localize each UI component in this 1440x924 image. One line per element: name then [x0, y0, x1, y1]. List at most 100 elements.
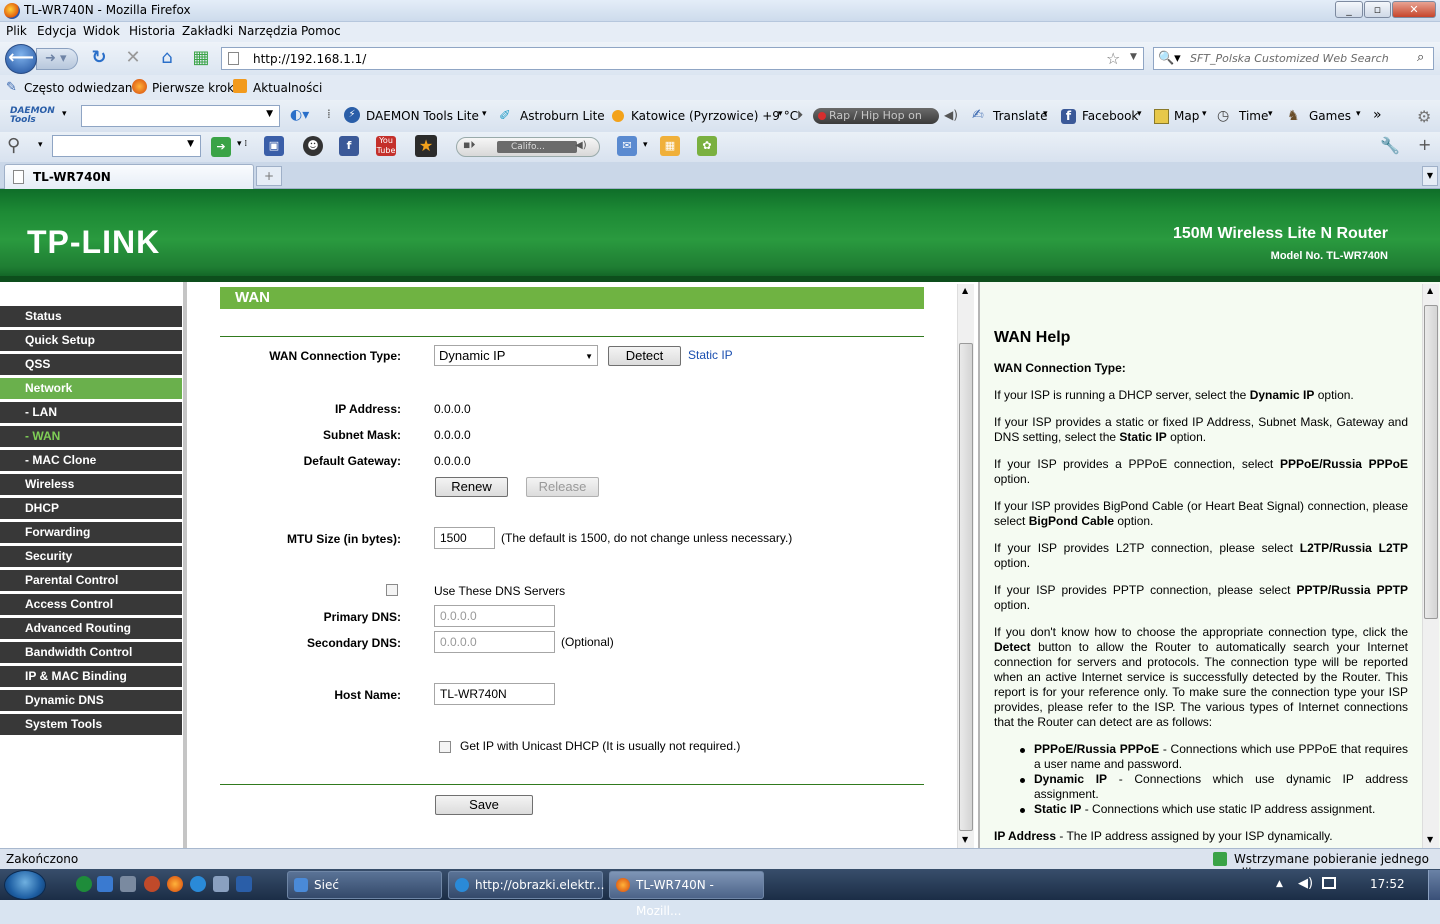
mail-icon[interactable]: ✉	[617, 136, 637, 156]
daemon-dropdown-icon[interactable]: ▾	[62, 109, 67, 119]
menu-access-control[interactable]: Access Control	[0, 594, 182, 615]
mail-dropdown-icon[interactable]: ▾	[643, 140, 648, 150]
bookmark-aktualnosci[interactable]: Aktualności	[253, 81, 322, 95]
menu-status[interactable]: Status	[0, 306, 182, 327]
calculator-icon[interactable]: ▦	[660, 136, 680, 156]
facebook-dropdown-icon[interactable]: ▾	[1137, 109, 1142, 119]
detect-button[interactable]: Detect	[608, 346, 681, 366]
menu-system-tools[interactable]: System Tools	[0, 714, 182, 735]
map-button[interactable]: Map	[1174, 109, 1199, 123]
menu-plik[interactable]: Plik	[6, 24, 27, 38]
network-tray-icon[interactable]	[1322, 877, 1336, 889]
tab-tl-wr740n[interactable]: TL-WR740N	[4, 164, 254, 189]
conn-type-value[interactable]: Dynamic IP	[439, 348, 505, 363]
youtube-icon[interactable]: You Tube	[376, 136, 396, 156]
clock[interactable]: 17:52	[1370, 877, 1405, 891]
daemon-logo[interactable]: DAEMON Tools	[10, 107, 60, 125]
menu-advanced-routing[interactable]: Advanced Routing	[0, 618, 182, 639]
menu-mac-clone[interactable]: - MAC Clone	[0, 450, 182, 471]
search-go-icon[interactable]: ⌕	[1417, 50, 1424, 65]
toolbar-search-combo[interactable]: ▼	[52, 135, 201, 157]
daemon-search-icon[interactable]: ◐▾	[290, 107, 309, 123]
search-icon[interactable]: ⚲	[7, 135, 20, 156]
url-text[interactable]: http://192.168.1.1/	[253, 52, 366, 66]
primary-dns-input[interactable]: 0.0.0.0	[434, 605, 555, 627]
mtu-input[interactable]: 1500	[434, 527, 495, 549]
minimize-button[interactable]: _	[1335, 1, 1363, 18]
wrench-icon[interactable]: 🔧	[1380, 136, 1400, 155]
quicklaunch-icon-2[interactable]	[120, 876, 136, 892]
start-button[interactable]	[4, 870, 46, 900]
menu-dynamic-dns[interactable]: Dynamic DNS	[0, 690, 182, 711]
go-arrow-icon[interactable]: ➔	[211, 137, 231, 157]
quicklaunch-icon-6[interactable]	[213, 876, 229, 892]
firefox-quicklaunch-icon[interactable]	[167, 876, 183, 892]
use-dns-checkbox[interactable]	[386, 584, 398, 596]
translate-dropdown-icon[interactable]: ▾	[1043, 109, 1048, 119]
menu-forwarding[interactable]: Forwarding	[0, 522, 182, 543]
scroll-down-icon[interactable]: ▼	[962, 835, 968, 844]
weather-widget-icon[interactable]: ✿	[697, 136, 717, 156]
renew-button[interactable]: Renew	[435, 477, 508, 497]
save-button[interactable]: Save	[435, 795, 533, 815]
menu-parental-control[interactable]: Parental Control	[0, 570, 182, 591]
search-placeholder[interactable]: SFT_Polska Customized Web Search	[1190, 52, 1389, 65]
bookmark-star-icon[interactable]: ☆	[1106, 49, 1120, 68]
menu-historia[interactable]: Historia	[129, 24, 175, 38]
addon-icon[interactable]: ▦	[190, 48, 212, 70]
search-engine-icon[interactable]: 🔍▾	[1158, 51, 1181, 66]
ie-quicklaunch-icon[interactable]	[190, 876, 206, 892]
menu-security[interactable]: Security	[0, 546, 182, 567]
quicklaunch-app-icon[interactable]	[76, 876, 92, 892]
menu-widok[interactable]: Widok	[83, 24, 120, 38]
task-firefox[interactable]: TL-WR740N - Mozill...	[609, 871, 764, 918]
unicast-dhcp-checkbox[interactable]	[439, 741, 451, 753]
radio-volume-icon[interactable]: ◀)	[944, 108, 958, 122]
menu-quick-setup[interactable]: Quick Setup	[0, 330, 182, 351]
static-ip-link[interactable]: Static IP	[688, 348, 733, 362]
games-button[interactable]: Games	[1309, 109, 1351, 123]
radio-prev-icon[interactable]: ⏵	[797, 108, 803, 123]
menu-wan[interactable]: - WAN	[0, 426, 182, 447]
url-dropdown-icon[interactable]: ▼	[1130, 52, 1137, 62]
menu-lan[interactable]: - LAN	[0, 402, 182, 423]
menu-zakladki[interactable]: Zakładki	[182, 24, 233, 38]
player-volume-icon[interactable]: ◀)	[575, 140, 587, 151]
new-tab-button[interactable]: +	[256, 166, 282, 186]
close-button[interactable]: ✕	[1392, 1, 1436, 18]
host-name-input[interactable]: TL-WR740N	[434, 683, 555, 705]
panda-icon[interactable]: ☻	[303, 136, 323, 156]
volume-icon[interactable]: ◀)	[1298, 876, 1313, 891]
menu-edycja[interactable]: Edycja	[37, 24, 77, 38]
tab-list-button[interactable]: ▼	[1422, 166, 1438, 186]
screen-icon[interactable]: ▣	[264, 136, 284, 156]
add-toolbar-icon[interactable]: +	[1418, 135, 1431, 154]
weather-button[interactable]: Katowice (Pyrzowice) +9 °C	[631, 109, 798, 123]
release-button[interactable]: Release	[526, 477, 599, 497]
settings-gear-icon[interactable]: ⚙	[1417, 107, 1431, 126]
daemon-lite-dropdown-icon[interactable]: ▾	[482, 109, 487, 119]
secondary-dns-input[interactable]: 0.0.0.0	[434, 631, 555, 653]
help-scrollbar[interactable]: ▲ ▼	[1422, 284, 1439, 848]
search-bar[interactable]: 🔍▾ SFT_Polska Customized Web Search ⌕	[1153, 47, 1434, 70]
scroll-up-icon[interactable]: ▲	[962, 286, 968, 295]
help-scroll-thumb[interactable]	[1424, 305, 1438, 619]
home-icon[interactable]: ⌂	[156, 48, 178, 70]
games-dropdown-icon[interactable]: ▾	[1356, 109, 1361, 119]
facebook-small-icon[interactable]: f	[339, 136, 359, 156]
quicklaunch-icon-3[interactable]	[144, 876, 160, 892]
menu-wireless[interactable]: Wireless	[0, 474, 182, 495]
menu-network[interactable]: Network	[0, 378, 182, 399]
weather-dropdown-icon[interactable]: ▾	[778, 109, 783, 119]
select-arrow-icon[interactable]: ▼	[585, 347, 593, 366]
bookmark-czesto[interactable]: Często odwiedzane	[24, 81, 140, 95]
astroburn-button[interactable]: Astroburn Lite	[520, 109, 605, 123]
help-scroll-up-icon[interactable]: ▲	[1427, 286, 1433, 295]
tray-expand-icon[interactable]: ▲	[1276, 879, 1283, 889]
maximize-button[interactable]: ▫	[1364, 1, 1391, 18]
map-dropdown-icon[interactable]: ▾	[1202, 109, 1207, 119]
favorites-star-icon[interactable]: ★	[415, 135, 437, 157]
mini-player[interactable]: ◾⏵ Califo... ◀)	[456, 137, 600, 157]
download-icon[interactable]	[1213, 852, 1227, 866]
back-button[interactable]: ⟵	[5, 44, 37, 74]
